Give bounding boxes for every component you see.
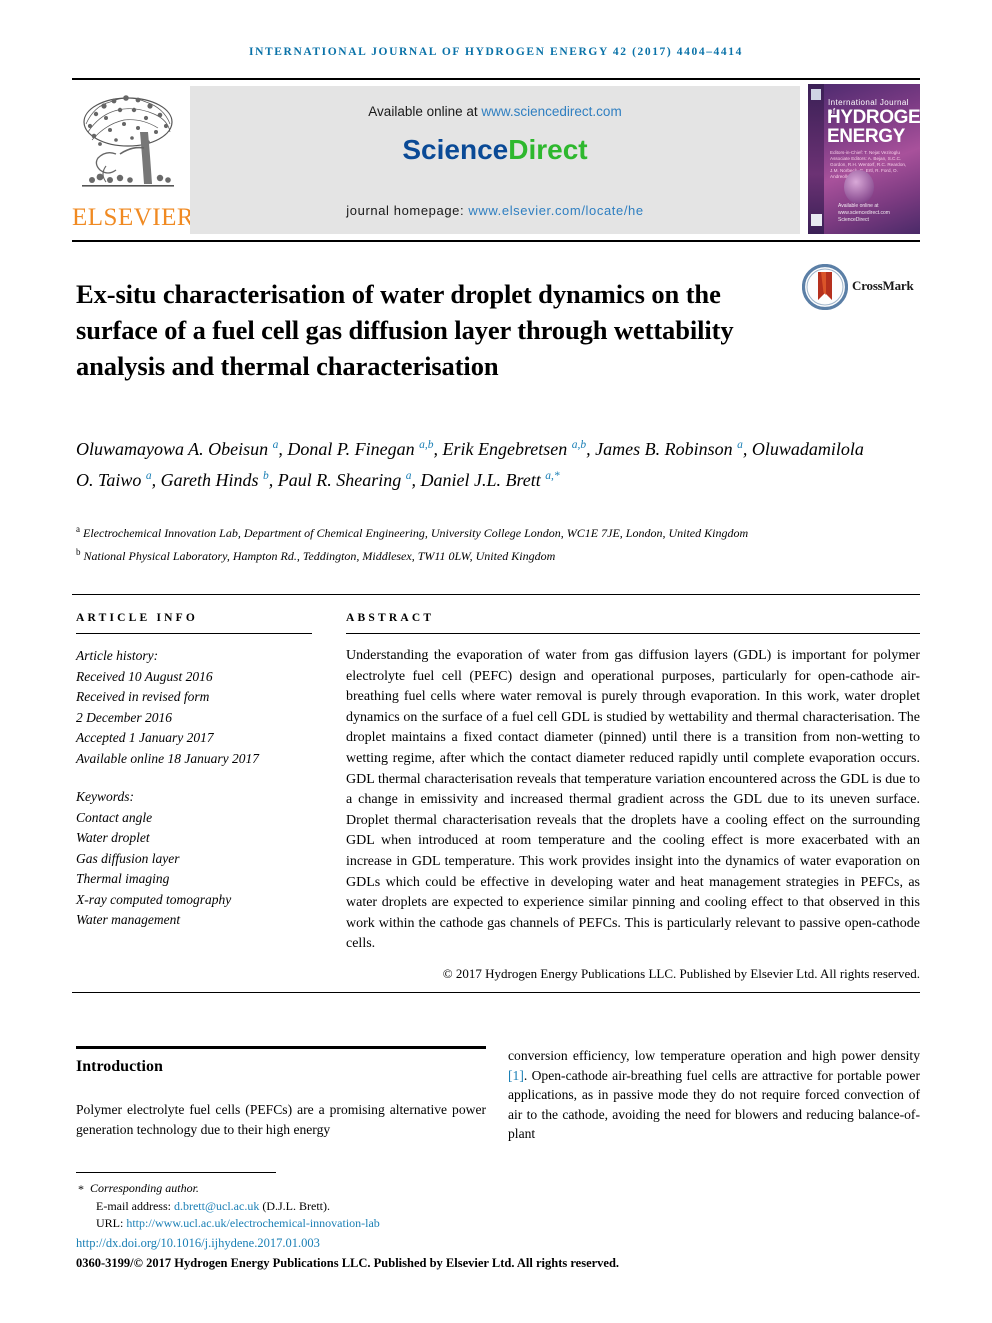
keywords-label: Keywords: (76, 789, 134, 804)
url-label: URL: (96, 1216, 127, 1230)
email-link[interactable]: d.brett@ucl.ac.uk (174, 1199, 259, 1213)
article-info-heading-rule (76, 633, 312, 634)
affiliation-marker-a: a (76, 524, 80, 534)
history-item: Received in revised form (76, 689, 210, 704)
reference-link-1[interactable]: [1] (508, 1068, 524, 1083)
sciencedirect-word-direct: Direct (508, 134, 588, 165)
page-title: Ex-situ characterisation of water drople… (76, 278, 734, 381)
info-block-bottom-rule (72, 992, 920, 993)
history-item: Received 10 August 2016 (76, 668, 213, 684)
cover-top-badge-icon (811, 89, 821, 100)
cover-title-line-1: HYDROGEN (827, 107, 920, 128)
running-head: International Journal of Hydrogen Energy… (249, 46, 743, 58)
footnote-block: * Corresponding author. E-mail address: … (76, 1180, 920, 1233)
keyword-item: Thermal imaging (76, 871, 170, 886)
article-info-body: Article history: Received 10 August 2016… (76, 646, 312, 931)
affiliation-text-a: Electrochemical Innovation Lab, Departme… (83, 526, 749, 540)
masthead-top-rule (72, 78, 920, 80)
introduction-top-rule (76, 1046, 486, 1049)
journal-homepage-label: journal homepage: (346, 203, 469, 218)
keywords-group: Keywords: Contact angle Water droplet Ga… (76, 787, 312, 931)
affiliation-text-b: National Physical Laboratory, Hampton Rd… (83, 549, 556, 563)
abstract-heading-rule (346, 633, 920, 634)
article-history-group: Article history: Received 10 August 2016… (76, 646, 312, 769)
crossmark-badge[interactable]: CrossMark (800, 262, 920, 318)
keyword-item: X-ray computed tomography (76, 891, 232, 907)
sciencedirect-link[interactable]: www.sciencedirect.com (481, 104, 621, 119)
intro-right-text-post: . Open-cathode air-breathing fuel cells … (508, 1067, 920, 1142)
journal-homepage-link[interactable]: www.elsevier.com/locate/he (468, 203, 643, 218)
issn-copyright-line: 0360-3199/© 2017 Hydrogen Energy Publica… (76, 1256, 620, 1270)
cover-bottom-badge-icon (811, 214, 822, 226)
journal-cover-thumbnail: International Journal of HYDROGEN ENERGY… (808, 84, 920, 234)
sciencedirect-banner: Available online at www.sciencedirect.co… (190, 86, 800, 234)
journal-homepage-line: journal homepage: www.elsevier.com/locat… (190, 203, 800, 218)
lab-url-link[interactable]: http://www.ucl.ac.uk/electrochemical-inn… (126, 1216, 379, 1230)
masthead: ELSEVIER Available online at www.science… (72, 84, 920, 236)
email-label: E-mail address: (96, 1198, 174, 1213)
info-block-top-rule (72, 594, 920, 595)
sciencedirect-wordmark: ScienceDirect (190, 134, 800, 166)
url-line: URL: http://www.ucl.ac.uk/electrochemica… (76, 1215, 920, 1233)
available-online-text: Available online at (368, 104, 482, 119)
masthead-bottom-rule (72, 240, 920, 242)
abstract-text: Understanding the evaporation of water f… (346, 648, 920, 952)
author-list: Oluwamayowa A. Obeisun a, Donal P. Fineg… (76, 439, 864, 490)
affiliation-marker-b: b (76, 547, 81, 557)
email-line: E-mail address: d.brett@ucl.ac.uk (D.J.L… (76, 1198, 920, 1216)
paper-page: International Journal of Hydrogen Energy… (0, 0, 992, 1323)
article-info-heading: Article info (76, 612, 199, 624)
abstract-copyright: © 2017 Hydrogen Energy Publications LLC.… (442, 965, 920, 981)
available-online-line: Available online at www.sciencedirect.co… (190, 104, 800, 119)
cover-orb-graphic (844, 170, 874, 204)
cover-editors-text: Editors-in-Chief: T. Nejat Veziroglu Ass… (830, 150, 907, 179)
history-item: Accepted 1 January 2017 (76, 730, 214, 745)
affiliation-b: b National Physical Laboratory, Hampton … (76, 543, 896, 566)
introduction-left-column: Polymer electrolyte fuel cells (PEFCs) a… (76, 1102, 486, 1137)
cover-sciencedirect-footer: Available online at www.sciencedirect.co… (838, 203, 890, 223)
article-info-column: Article info Article history: Received 1… (76, 612, 312, 949)
introduction-heading: Introduction (76, 1058, 163, 1075)
elsevier-tree-icon (82, 95, 174, 187)
crossmark-icon (802, 264, 848, 310)
keyword-item: Contact angle (76, 809, 153, 825)
abstract-heading: Abstract (346, 612, 435, 624)
intro-right-text-pre: conversion efficiency, low temperature o… (508, 1048, 920, 1063)
keyword-item: Water management (76, 912, 181, 927)
elsevier-logo: ELSEVIER (72, 84, 195, 236)
article-history-label: Article history: (76, 648, 159, 663)
history-item: Available online 18 January 2017 (76, 750, 259, 766)
corresponding-author-marker: * (78, 1182, 84, 1196)
sciencedirect-word-science: Science (402, 134, 509, 165)
email-suffix: (D.J.L. Brett). (259, 1198, 330, 1213)
cover-title-line-2: ENERGY (827, 126, 905, 147)
crossmark-label: CrossMark (852, 278, 914, 293)
affiliation-a: a Electrochemical Innovation Lab, Depart… (76, 520, 896, 543)
cover-side-strip (808, 84, 824, 234)
doi-link[interactable]: http://dx.doi.org/10.1016/j.ijhydene.201… (76, 1236, 320, 1251)
history-item: 2 December 2016 (76, 709, 172, 725)
elsevier-wordmark: ELSEVIER (72, 204, 195, 231)
keyword-item: Gas diffusion layer (76, 850, 180, 866)
affiliation-list: a Electrochemical Innovation Lab, Depart… (76, 520, 896, 566)
abstract-column: Abstract Understanding the evaporation o… (346, 612, 920, 982)
introduction-right-column: conversion efficiency, low temperature o… (508, 1046, 920, 1144)
keyword-item: Water droplet (76, 830, 150, 845)
footnote-rule (76, 1172, 276, 1173)
corresponding-author-note: Corresponding author. (90, 1181, 199, 1195)
